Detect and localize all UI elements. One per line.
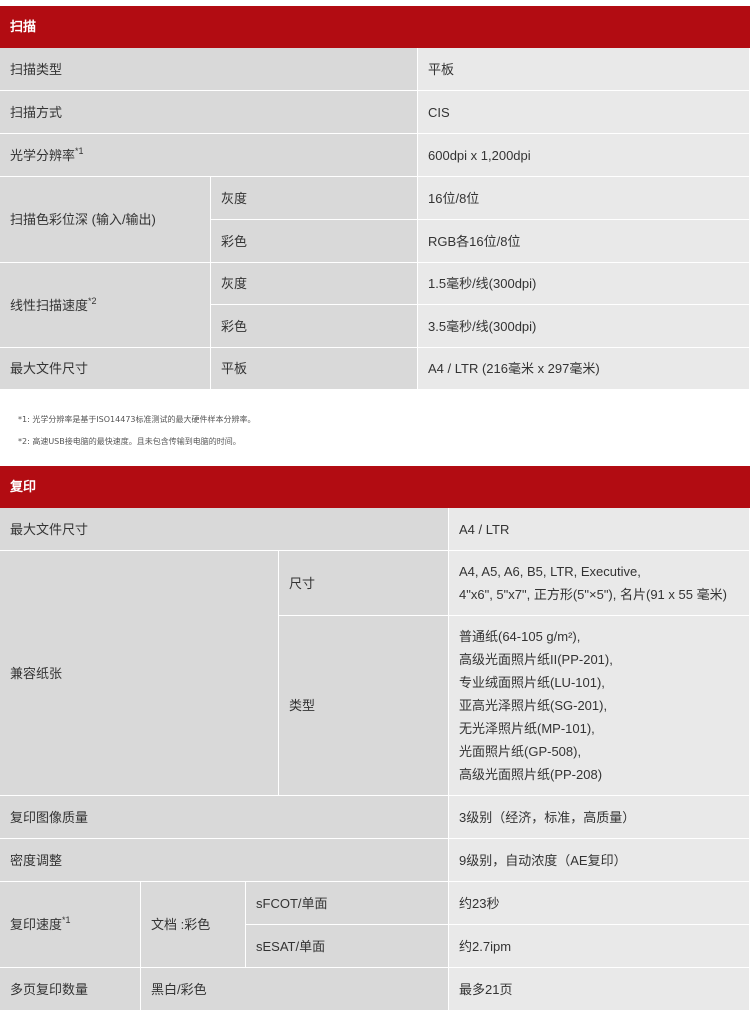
scan-maxdoc-sub: 平板	[211, 348, 418, 390]
copy-multi-value: 最多21页	[449, 968, 750, 1011]
copy-density-value: 9级别，自动浓度（AE复印）	[449, 839, 750, 882]
scan-maxdoc-label: 最大文件尺寸	[0, 348, 211, 390]
scan-footnote-2: *2: 高速USB接电脑的最快速度。且未包含传输到电脑的时间。	[18, 437, 241, 446]
copy-paper-type-line: 专业绒面照片纸(LU-101),	[459, 675, 605, 690]
copy-paper-size-line: 4"x6", 5"x7", 正方形(5"×5"), 名片(91 x 55 毫米)	[459, 587, 727, 602]
copy-paper-size-line: A4, A5, A6, B5, LTR, Executive,	[459, 564, 641, 579]
copy-sfcot-value: 约23秒	[449, 882, 750, 925]
copy-paper-type-value: 普通纸(64-105 g/m²), 高级光面照片纸II(PP-201), 专业绒…	[449, 616, 750, 796]
scan-speed-label: 线性扫描速度 *2	[0, 263, 211, 348]
copy-sesat-value: 约2.7ipm	[449, 925, 750, 968]
copy-sfcot-label: sFCOT/单面	[246, 882, 449, 925]
scan-depth-gray-label: 灰度	[211, 177, 418, 220]
scan-section-header: 扫描	[0, 6, 750, 48]
copy-sesat-label: sESAT/单面	[246, 925, 449, 968]
scan-resolution-value: 600dpi x 1,200dpi	[418, 134, 750, 177]
copy-multi-label: 多页复印数量	[0, 968, 141, 1011]
scan-footnote-1: *1: 光学分辨率是基于ISO14473标准测试的最大硬件样本分辨率。	[18, 415, 256, 424]
copy-speed-doc-label: 文档 :彩色	[141, 882, 246, 968]
copy-paper-label: 兼容纸张	[0, 551, 279, 796]
scan-speed-label-text: 线性扫描速度	[10, 297, 89, 313]
copy-paper-type-line: 高级光面照片纸(PP-208)	[459, 767, 603, 782]
scan-type-label: 扫描类型	[0, 48, 418, 91]
copy-multi-sub: 黑白/彩色	[141, 968, 449, 1011]
copy-density-label: 密度调整	[0, 839, 449, 882]
scan-speed-color-label: 彩色	[211, 305, 418, 348]
scan-resolution-label-text: 光学分辨率	[10, 147, 76, 163]
copy-maxdoc-value: A4 / LTR	[449, 508, 750, 551]
copy-paper-type-line: 高级光面照片纸II(PP-201),	[459, 652, 613, 667]
scan-maxdoc-value: A4 / LTR (216毫米 x 297毫米)	[418, 348, 750, 390]
copy-paper-type-line: 亚高光泽照片纸(SG-201),	[459, 698, 608, 713]
copy-speed-label-text: 复印速度	[10, 917, 63, 932]
scan-speed-gray-value: 1.5毫秒/线(300dpi)	[418, 263, 750, 305]
scan-depth-color-label: 彩色	[211, 220, 418, 263]
copy-speed-footnote-mark: *1	[62, 915, 71, 925]
scan-speed-gray-label: 灰度	[211, 263, 418, 305]
copy-paper-type-line: 普通纸(64-105 g/m²),	[459, 629, 581, 644]
copy-paper-type-label: 类型	[279, 616, 449, 796]
copy-maxdoc-label: 最大文件尺寸	[0, 508, 449, 551]
copy-paper-type-line: 光面照片纸(GP-508),	[459, 744, 582, 759]
copy-quality-label: 复印图像质量	[0, 796, 449, 839]
scan-type-value: 平板	[418, 48, 750, 91]
scan-method-value: CIS	[418, 91, 750, 134]
copy-quality-value: 3级别（经济，标准，高质量）	[449, 796, 750, 839]
scan-resolution-label: 光学分辨率 *1	[0, 134, 418, 177]
scan-depth-color-value: RGB各16位/8位	[418, 220, 750, 263]
scan-depth-label: 扫描色彩位深 (输入/输出)	[0, 177, 211, 263]
copy-paper-size-value: A4, A5, A6, B5, LTR, Executive, 4"x6", 5…	[449, 551, 750, 616]
scan-speed-color-value: 3.5毫秒/线(300dpi)	[418, 305, 750, 348]
scan-method-label: 扫描方式	[0, 91, 418, 134]
copy-paper-size-label: 尺寸	[279, 551, 449, 616]
copy-section-header: 复印	[0, 466, 750, 508]
copy-speed-label: 复印速度 *1	[0, 882, 141, 968]
scan-depth-gray-value: 16位/8位	[418, 177, 750, 220]
scan-resolution-footnote-mark: *1	[75, 145, 84, 156]
copy-paper-type-line: 无光泽照片纸(MP-101),	[459, 721, 595, 736]
scan-speed-footnote-mark: *2	[88, 295, 97, 306]
